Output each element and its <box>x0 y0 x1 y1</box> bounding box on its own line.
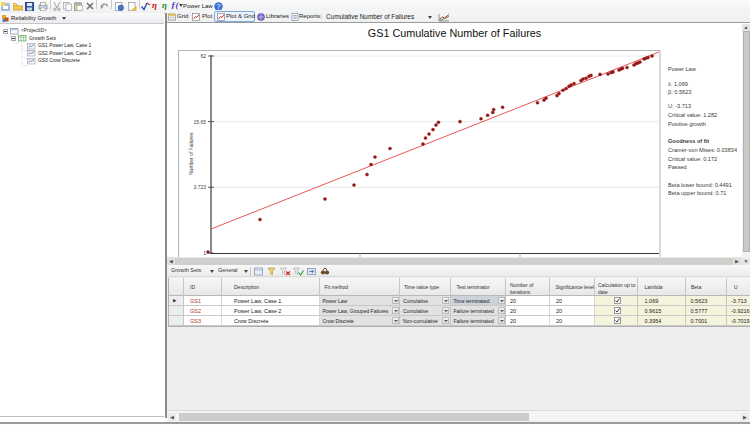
svg-text:?: ? <box>217 3 221 10</box>
